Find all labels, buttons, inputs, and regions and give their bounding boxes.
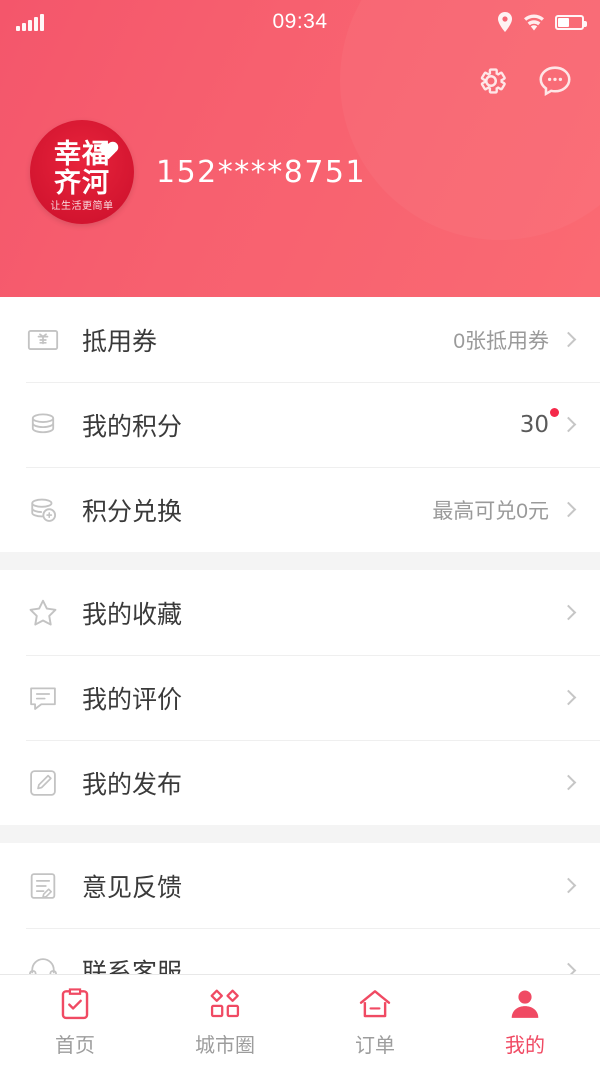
menu-item-value: 0张抵用券: [453, 329, 549, 353]
menu-item-coupon[interactable]: 抵用券 0张抵用券: [0, 297, 600, 382]
phone-number: 152****8751: [156, 154, 367, 190]
menu-item-label: 积分兑换: [82, 497, 183, 526]
home-clipboard-icon: [61, 987, 89, 1019]
comment-icon: [30, 686, 56, 710]
chat-bubble-icon[interactable]: [536, 62, 574, 100]
app-screen: 09:34 幸福 齐河 让生活更简单 152****8751 抵用券 0张抵用券…: [0, 0, 600, 1067]
coins-icon: [31, 412, 55, 433]
chevron-right-icon: [560, 501, 577, 518]
menu-item-posts[interactable]: 我的发布: [0, 740, 600, 825]
chevron-right-icon: [560, 689, 577, 706]
bottom-tab-bar: 首页 城市圈 订单 我的: [0, 974, 600, 1067]
menu-item-label: 我的评价: [82, 685, 183, 714]
tab-profile[interactable]: 我的: [450, 975, 600, 1067]
status-bar-time: 09:34: [272, 10, 328, 33]
menu-item-points[interactable]: 我的积分 30: [0, 382, 600, 467]
battery-icon: [555, 14, 587, 30]
menu-item-value: 最高可兑0元: [432, 499, 549, 523]
tab-order[interactable]: 订单: [300, 975, 450, 1067]
menu-item-label: 我的积分: [82, 412, 183, 441]
menu-item-feedback[interactable]: 意见反馈: [0, 843, 600, 928]
gear-icon[interactable]: [472, 62, 510, 100]
menu-item-value: 30: [520, 407, 559, 438]
star-icon: [29, 599, 57, 626]
menu-item-label: 我的发布: [82, 770, 183, 799]
tab-label: 首页: [55, 1034, 95, 1057]
location-pin-icon: [498, 12, 512, 32]
chevron-right-icon: [560, 877, 577, 894]
coupon-icon: [27, 329, 59, 350]
badge-dot: [550, 407, 559, 417]
profile-header: 09:34 幸福 齐河 让生活更简单 152****8751: [0, 0, 600, 297]
menu-item-label: 我的收藏: [82, 600, 183, 629]
chevron-right-icon: [560, 604, 577, 621]
wifi-icon: [524, 14, 544, 30]
menu-item-reviews[interactable]: 我的评价: [0, 655, 600, 740]
tab-home[interactable]: 首页: [0, 975, 150, 1067]
profile-person-icon: [511, 989, 539, 1018]
avatar-logo-sub: 让生活更简单: [50, 201, 114, 212]
status-bar: 09:34: [0, 0, 600, 44]
tab-label: 订单: [355, 1034, 395, 1057]
menu-group-personal: 我的收藏 我的评价 我的发布: [0, 570, 600, 825]
menu-item-favorites[interactable]: 我的收藏: [0, 570, 600, 655]
tab-label: 城市圈: [195, 1034, 255, 1057]
signal-bars-icon: [16, 13, 136, 31]
menu-item-label: 抵用券: [82, 327, 158, 356]
chevron-right-icon: [560, 416, 577, 433]
order-house-icon: [359, 989, 391, 1017]
city-circle-icon: [210, 989, 240, 1017]
points-exchange-icon: [31, 498, 57, 522]
feedback-icon: [30, 872, 56, 899]
chevron-right-icon: [560, 331, 577, 348]
menu-list: 抵用券 0张抵用券 我的积分 30 积分兑换 最高可兑0元 我的收藏 我的评价 …: [0, 297, 600, 1067]
menu-item-points-exchange[interactable]: 积分兑换 最高可兑0元: [0, 467, 600, 552]
chevron-right-icon: [560, 774, 577, 791]
avatar-logo-line2: 齐河: [54, 167, 110, 199]
menu-group-assets: 抵用券 0张抵用券 我的积分 30 积分兑换 最高可兑0元: [0, 297, 600, 552]
edit-note-icon: [30, 769, 56, 796]
tab-label: 我的: [505, 1034, 545, 1057]
avatar[interactable]: 幸福 齐河 让生活更简单: [30, 120, 134, 224]
menu-item-label: 意见反馈: [82, 873, 183, 902]
tab-city-circle[interactable]: 城市圈: [150, 975, 300, 1067]
profile-block[interactable]: 幸福 齐河 让生活更简单 152****8751: [30, 120, 366, 224]
